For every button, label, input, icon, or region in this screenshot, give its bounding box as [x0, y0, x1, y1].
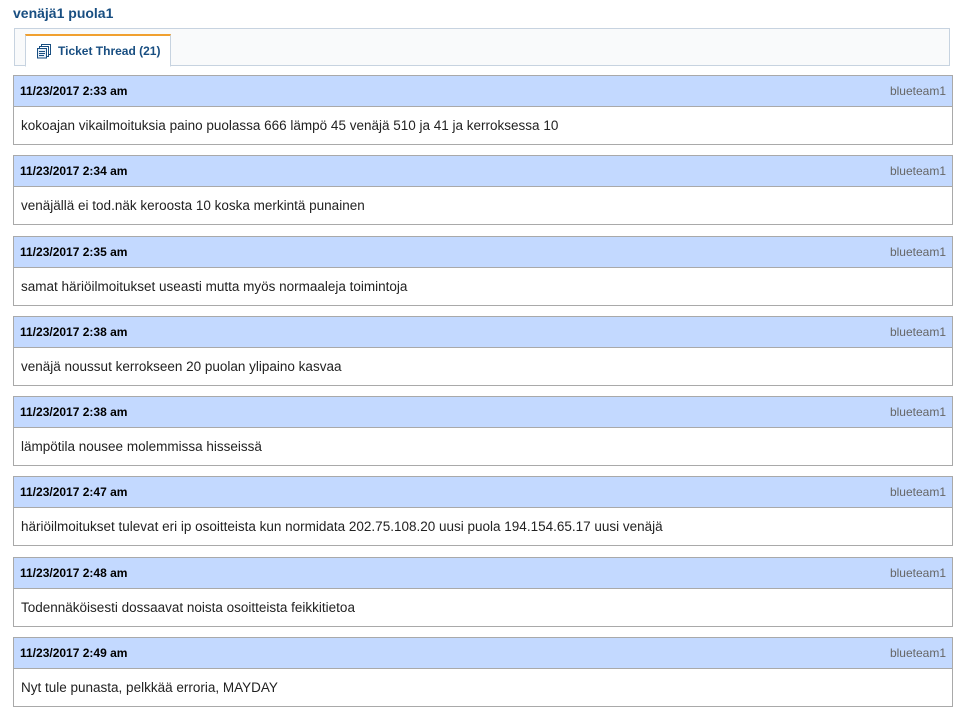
entry-poster: blueteam1 — [889, 164, 946, 179]
entry-poster: blueteam1 — [889, 485, 946, 500]
ticket-page: venäjä1 puola1 Ticket Thread (21) 11/23/… — [0, 0, 963, 710]
thread-icon — [36, 43, 52, 59]
entry-header: 11/23/2017 2:47 am blueteam1 — [14, 477, 952, 509]
entry-body: häriöilmoitukset tulevat eri ip osoittei… — [21, 519, 663, 535]
entry-date: 11/23/2017 2:33 am — [20, 84, 128, 98]
entry-poster: blueteam1 — [889, 646, 946, 661]
entry-date: 11/23/2017 2:38 am — [20, 405, 128, 420]
entry-header: 11/23/2017 2:35 am blueteam1 — [14, 236, 952, 268]
entry-body: venäjä noussut kerrokseen 20 puolan ylip… — [21, 358, 342, 374]
entry-date: 11/23/2017 2:35 am — [20, 244, 128, 259]
tab-bar: Ticket Thread (21) — [14, 28, 950, 67]
entry-poster: blueteam1 — [889, 324, 946, 339]
entry-body: venäjällä ei tod.näk keroosta 10 koska m… — [21, 198, 365, 214]
entry-poster: blueteam1 — [889, 84, 946, 98]
thread-entry: 11/23/2017 2:33 am blueteam1 kokoajan vi… — [13, 75, 953, 145]
entry-poster: blueteam1 — [889, 244, 946, 259]
thread-entry: 11/23/2017 2:34 am blueteam1 venäjällä e… — [13, 155, 953, 226]
entry-header: 11/23/2017 2:38 am blueteam1 — [14, 316, 952, 348]
thread-entry: 11/23/2017 2:38 am blueteam1 venäjä nous… — [13, 315, 953, 386]
ticket-thread: 11/23/2017 2:33 am blueteam1 kokoajan vi… — [13, 75, 953, 710]
entry-date: 11/23/2017 2:48 am — [20, 565, 128, 580]
thread-entry: 11/23/2017 2:38 am blueteam1 lämpötila n… — [13, 396, 953, 467]
thread-entry: 11/23/2017 2:49 am blueteam1 Nyt tule pu… — [13, 637, 953, 708]
entry-date: 11/23/2017 2:49 am — [20, 646, 128, 661]
entry-body: kokoajan vikailmoituksia paino puolassa … — [21, 118, 559, 133]
entry-body: samat häriöilmoitukset useasti mutta myö… — [21, 278, 408, 294]
entry-poster: blueteam1 — [889, 405, 946, 420]
entry-body: Nyt tule punasta, pelkkää erroria, MAYDA… — [21, 680, 278, 696]
thread-entry: 11/23/2017 2:35 am blueteam1 samat häriö… — [13, 235, 953, 306]
entry-date: 11/23/2017 2:38 am — [20, 324, 128, 339]
entry-header: 11/23/2017 2:33 am blueteam1 — [14, 76, 952, 107]
ticket-title-link[interactable]: venäjä1 puola1 — [13, 5, 113, 21]
entry-header: 11/23/2017 2:38 am blueteam1 — [14, 397, 952, 429]
entry-header: 11/23/2017 2:34 am blueteam1 — [14, 156, 952, 188]
entry-body: lämpötila nousee molemmissa hisseissä — [21, 439, 262, 455]
entry-date: 11/23/2017 2:47 am — [20, 485, 128, 500]
tab-ticket-thread[interactable]: Ticket Thread (21) — [25, 34, 172, 67]
entry-header: 11/23/2017 2:49 am blueteam1 — [14, 638, 952, 670]
entry-header: 11/23/2017 2:48 am blueteam1 — [14, 557, 952, 589]
thread-entry: 11/23/2017 2:48 am blueteam1 Todennäköis… — [13, 556, 953, 627]
tab-label: Ticket Thread (21) — [58, 44, 161, 58]
thread-entry: 11/23/2017 2:47 am blueteam1 häriöilmoit… — [13, 476, 953, 547]
entry-body: Todennäköisesti dossaavat noista osoitte… — [21, 599, 355, 615]
entry-date: 11/23/2017 2:34 am — [20, 164, 128, 179]
entry-poster: blueteam1 — [889, 565, 946, 580]
